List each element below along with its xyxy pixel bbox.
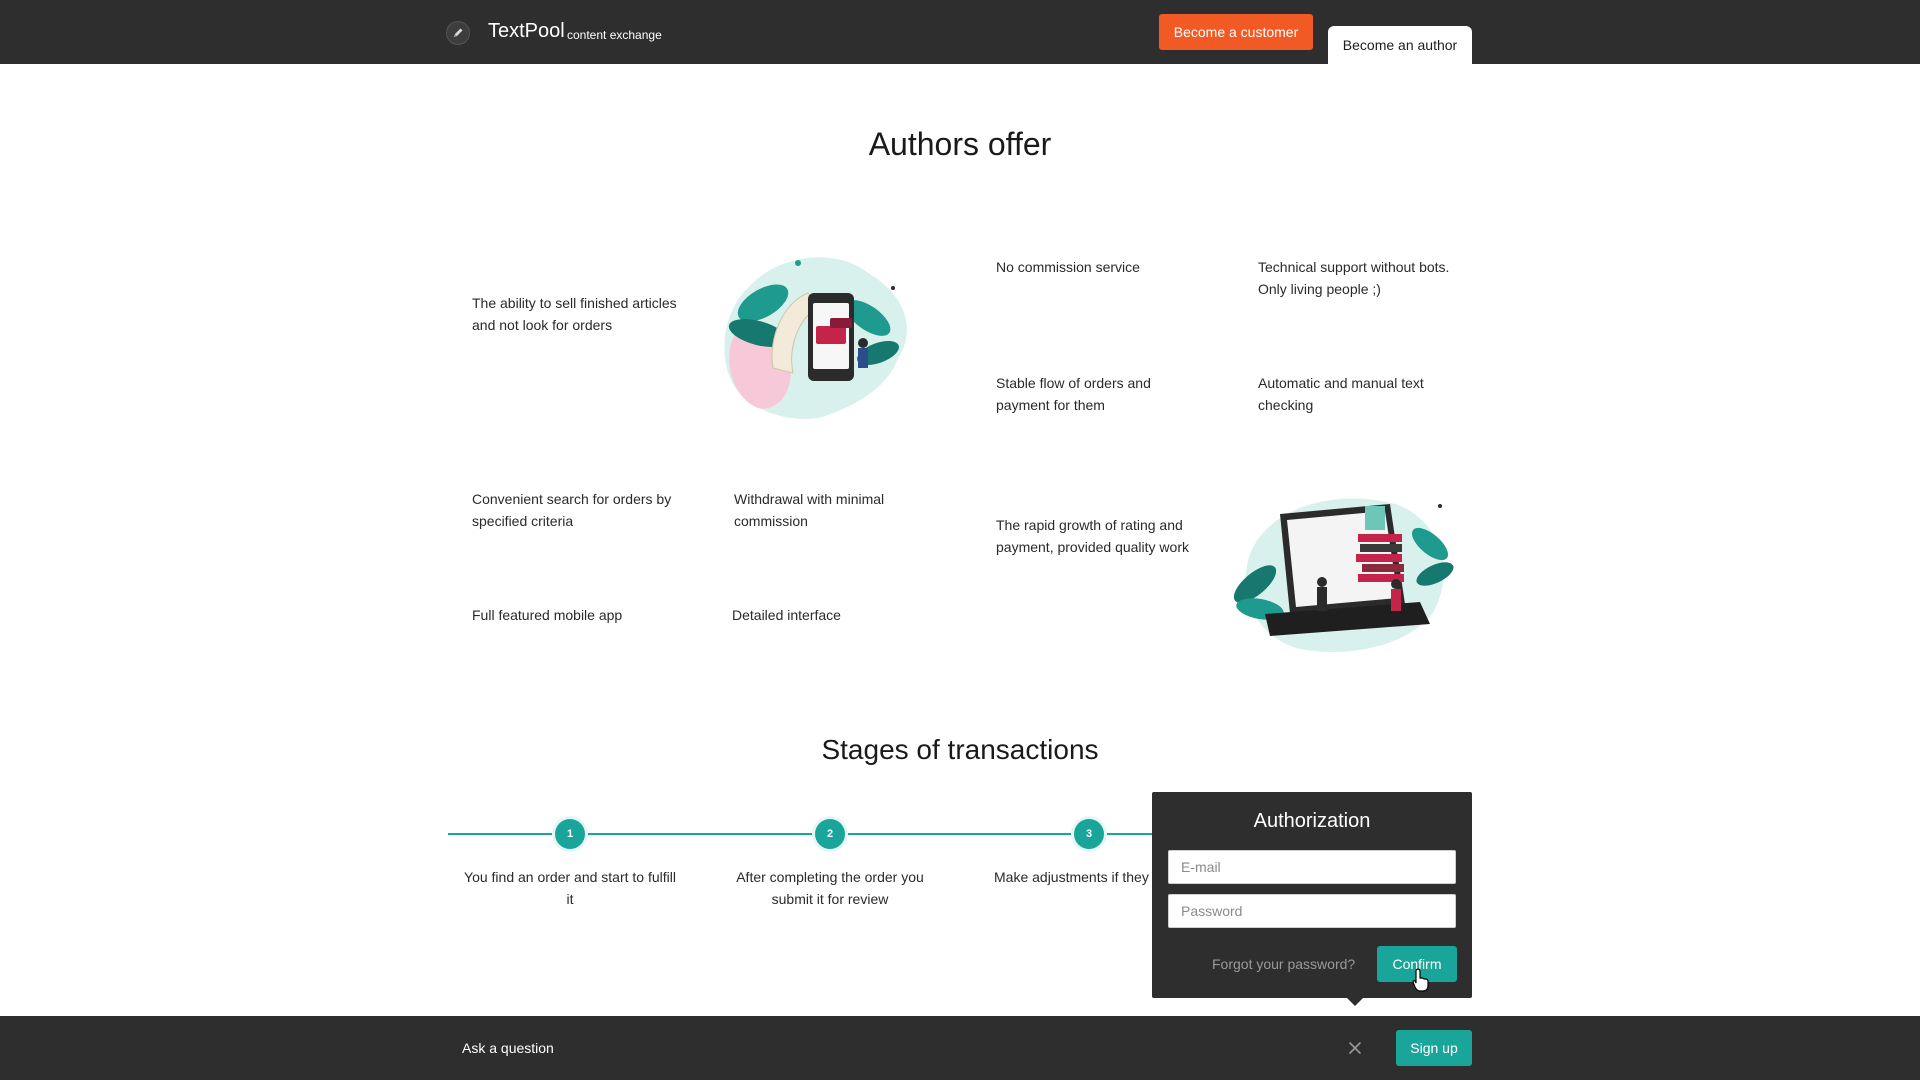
forgot-password-link[interactable]: Forgot your password? xyxy=(1212,956,1355,972)
feature-stable-flow: Stable flow of orders and payment for th… xyxy=(996,375,1151,413)
authors-offer-title: Authors offer xyxy=(868,126,1052,162)
feature-withdrawal: Withdrawal with minimal commission xyxy=(734,491,885,529)
timeline-line xyxy=(448,833,1152,835)
sign-up-button[interactable]: Sign up xyxy=(1396,1030,1472,1066)
laptop-illustration xyxy=(1233,498,1454,653)
step-3-badge: 3 xyxy=(1074,819,1104,849)
feature-sell-finished: The ability to sell finished articles an… xyxy=(472,295,677,333)
bottom-bar: Ask a question Sign up xyxy=(0,1016,1920,1080)
feature-convenient-search: Convenient search for orders by specifie… xyxy=(472,491,672,529)
step-2-badge: 2 xyxy=(815,819,845,849)
email-field[interactable] xyxy=(1168,850,1456,884)
top-navbar: TextPool content exchange Become a custo… xyxy=(0,0,1920,64)
authorization-title: Authorization xyxy=(1253,810,1371,832)
step-1-badge: 1 xyxy=(555,819,585,849)
close-icon[interactable] xyxy=(1348,1041,1362,1055)
phone-illustration xyxy=(724,257,907,419)
brand-name[interactable]: TextPool xyxy=(488,20,565,43)
stages-title: Stages of transactions xyxy=(821,734,1099,765)
step-2-text: After completing the order you submit it… xyxy=(736,869,924,907)
popup-pointer xyxy=(1347,998,1363,1006)
hand-cursor-icon xyxy=(1412,968,1429,992)
become-customer-button[interactable]: Become a customer xyxy=(1159,14,1313,50)
become-author-button[interactable]: Become an author xyxy=(1328,26,1472,64)
pen-icon[interactable] xyxy=(446,21,470,45)
feature-no-commission: No commission service xyxy=(996,259,1140,275)
feature-detailed-interface: Detailed interface xyxy=(732,607,841,623)
feature-tech-support: Technical support without bots. Only liv… xyxy=(1258,259,1450,297)
step-1-text: You find an order and start to fulfill i… xyxy=(464,869,676,907)
password-field[interactable] xyxy=(1168,894,1456,928)
feature-mobile-app: Full featured mobile app xyxy=(472,607,623,623)
step-3-text: Make adjustments if they xyxy=(994,869,1149,885)
feature-text-checking: Automatic and manual text checking xyxy=(1258,375,1424,413)
feature-rating-growth: The rapid growth of rating and payment, … xyxy=(996,517,1189,555)
brand-tagline: content exchange xyxy=(567,28,662,42)
ask-question-link[interactable]: Ask a question xyxy=(462,1040,554,1056)
